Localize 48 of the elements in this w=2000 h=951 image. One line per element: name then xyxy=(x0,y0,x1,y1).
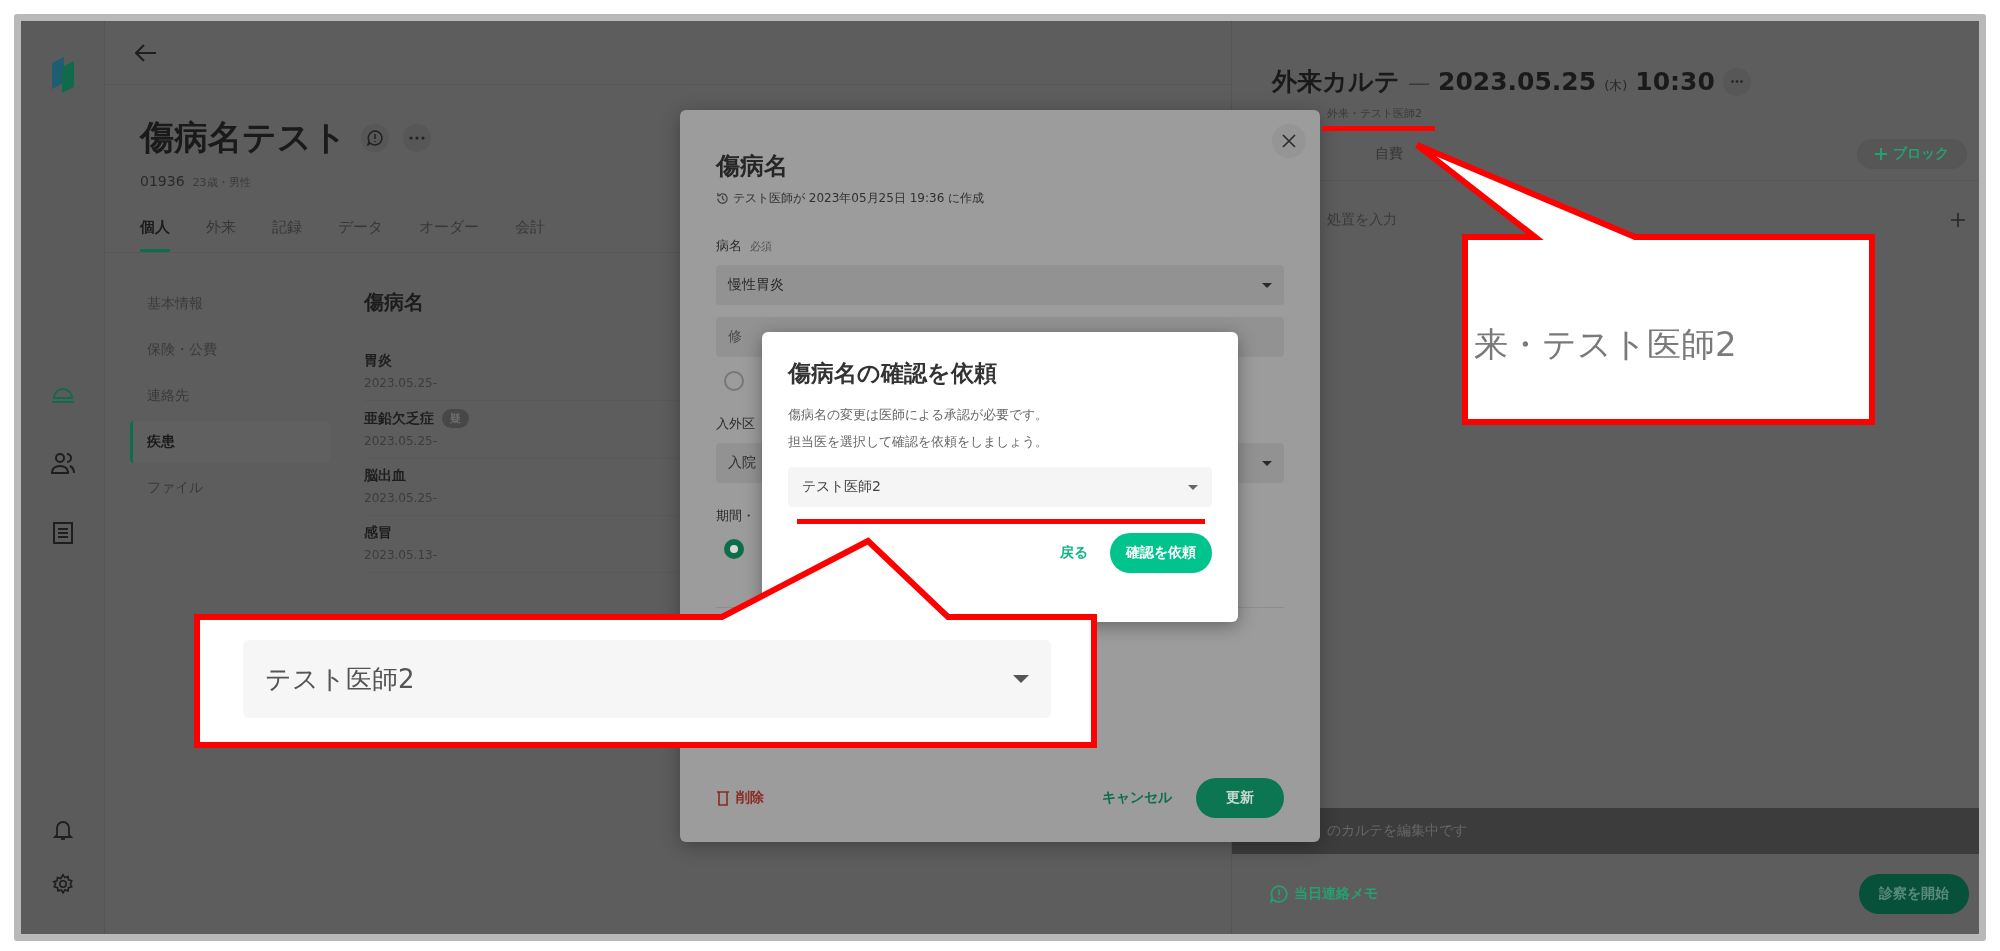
close-button[interactable] xyxy=(1272,124,1306,158)
tab[interactable]: 個人 xyxy=(140,218,170,252)
disease-name[interactable]: 感冒 xyxy=(364,524,392,542)
back-button[interactable]: 戻る xyxy=(1060,544,1088,562)
app-logo xyxy=(49,57,76,93)
disease-select[interactable]: 慢性胃炎 xyxy=(716,265,1284,305)
close-icon xyxy=(1282,134,1296,148)
disease-name[interactable]: 胃炎 xyxy=(364,352,392,370)
dialog-text: 傷病名の変更は医師による承認が必要です。 xyxy=(788,406,1049,424)
add-block-button[interactable]: ブロック xyxy=(1857,138,1967,169)
chart-time: 10:30 xyxy=(1635,67,1715,96)
plus-icon[interactable] xyxy=(1951,213,1965,227)
more-icon[interactable] xyxy=(1722,67,1751,96)
request-button[interactable]: 確認を依頼 xyxy=(1110,533,1212,573)
dialog-title: 傷病名 xyxy=(716,151,789,182)
start-exam-button[interactable]: 診察を開始 xyxy=(1859,874,1969,914)
trash-icon xyxy=(716,790,730,806)
radio-button[interactable] xyxy=(724,539,744,559)
field-label: 期間・ xyxy=(716,507,755,525)
section-title: 傷病名 xyxy=(364,289,425,316)
history-text: テスト医師が 2023年05月25日 19:36 に作成 xyxy=(733,190,985,207)
dialog-title: 傷病名の確認を依頼 xyxy=(788,359,998,388)
delete-button[interactable]: 削除 xyxy=(716,789,764,807)
zoomed-text: 来・テスト医師2 xyxy=(1474,323,1737,366)
update-button[interactable]: 更新 xyxy=(1196,778,1284,818)
caret-icon xyxy=(1262,282,1272,288)
disease-name[interactable]: 亜鉛欠乏症 xyxy=(364,409,434,428)
back-arrow-icon[interactable] xyxy=(135,43,157,62)
memo-link[interactable]: 当日連絡メモ xyxy=(1270,885,1378,903)
dash-text: — xyxy=(1408,70,1430,95)
alert-icon[interactable] xyxy=(361,124,389,152)
radio-button[interactable] xyxy=(724,371,744,391)
more-icon[interactable] xyxy=(403,124,431,152)
patient-name: 傷病名テスト xyxy=(140,116,347,159)
required-tag: 必須 xyxy=(750,239,772,254)
caret-icon xyxy=(1013,675,1029,683)
field-label: 入外区 xyxy=(716,415,755,433)
dialog-text: 担当医を選択して確認を依頼をしましょう。 xyxy=(788,433,1049,451)
memo-icon xyxy=(1270,885,1288,903)
cancel-button[interactable]: キャンセル xyxy=(1102,789,1172,807)
chart-date: 2023.05.25 xyxy=(1438,67,1597,96)
chart-title: 外来カルテ xyxy=(1272,66,1400,98)
plus-icon xyxy=(1875,147,1887,160)
doctor-select[interactable]: テスト医師2 xyxy=(788,467,1212,507)
disease-name[interactable]: 脳出血 xyxy=(364,467,406,485)
history-icon xyxy=(716,192,729,205)
caret-icon xyxy=(1262,460,1272,466)
field-label: 病名 xyxy=(716,237,742,255)
